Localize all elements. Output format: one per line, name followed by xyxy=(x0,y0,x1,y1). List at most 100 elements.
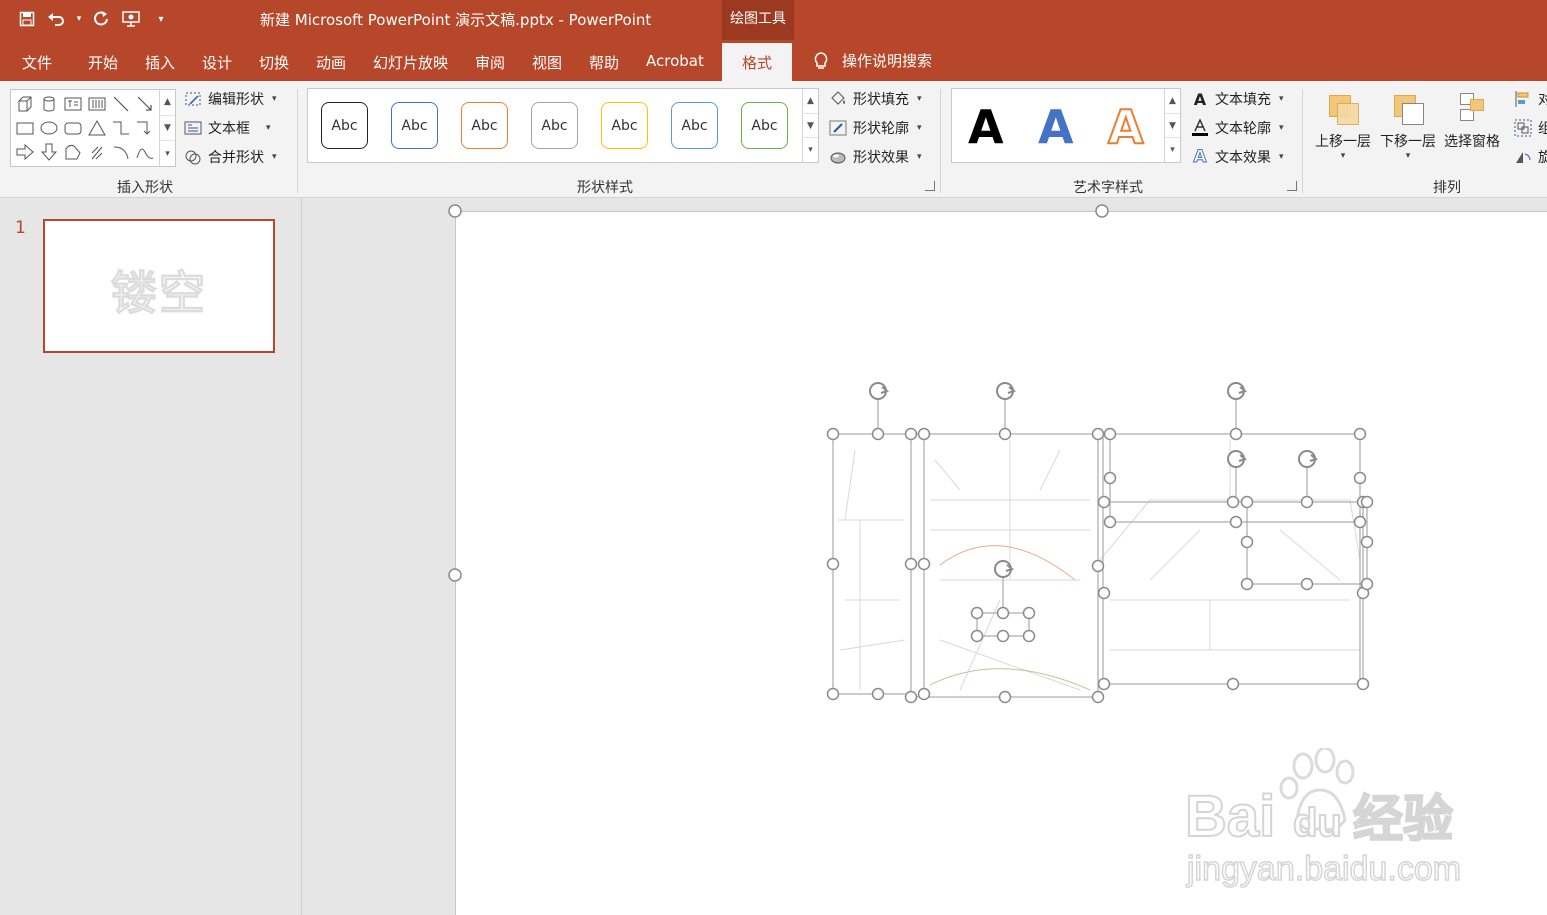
down-arrow-shape-icon[interactable] xyxy=(37,140,61,164)
curve-shape-icon[interactable] xyxy=(133,140,157,164)
group-icon xyxy=(1514,119,1532,137)
tell-me-label: 操作说明搜索 xyxy=(842,52,933,70)
present-from-beginning-icon[interactable] xyxy=(118,6,144,32)
align-button[interactable]: 对 xyxy=(1514,89,1547,109)
gallery-more-icon[interactable]: ▾ xyxy=(160,141,175,166)
customize-toolbar-icon[interactable]: ▾ xyxy=(148,6,174,32)
right-arrow-shape-icon[interactable] xyxy=(13,140,37,164)
thumbnail-text: 镂空 xyxy=(111,266,207,321)
shape-styles-dialog-launcher-icon[interactable] xyxy=(925,181,935,191)
vertical-text-box-shape-icon[interactable] xyxy=(85,92,109,116)
shape-style-preset[interactable]: Abc xyxy=(391,102,438,149)
shape-style-preset[interactable]: Abc xyxy=(321,102,368,149)
shape-style-preset[interactable]: Abc xyxy=(601,102,648,149)
baidu-jingyan-watermark-logo: Bai du 经验 jingyan.baidu.com xyxy=(1185,748,1462,888)
gallery-scroll-down-icon[interactable]: ▼ xyxy=(803,114,818,139)
slide-thumbnail[interactable]: 镂空 xyxy=(43,219,275,353)
gallery-scroll-up-icon[interactable]: ▲ xyxy=(803,89,818,114)
selection-pane-button[interactable]: 选择窗格 xyxy=(1444,89,1500,151)
line-shape-icon[interactable] xyxy=(109,92,133,116)
group-button[interactable]: 组 xyxy=(1514,118,1547,138)
svg-text:Bai: Bai xyxy=(1185,784,1275,849)
text-outline-button[interactable]: 文本轮廓 ▾ xyxy=(1191,118,1284,138)
tab-slideshow[interactable]: 幻灯片放映 xyxy=(373,52,448,73)
shape-fill-button[interactable]: 形状填充 ▾ xyxy=(829,89,922,109)
redo-icon[interactable] xyxy=(88,6,114,32)
cube-shape-icon[interactable] xyxy=(13,92,37,116)
tab-view[interactable]: 视图 xyxy=(532,52,562,73)
title-bar: ▾ ▾ 新建 Microsoft PowerPoint 演示文稿.pptx - … xyxy=(0,0,1547,40)
shapes-gallery: ▲ ▼ ▾ xyxy=(10,89,176,167)
rounded-rectangle-shape-icon[interactable] xyxy=(61,116,85,140)
selection-pane-icon xyxy=(1456,89,1488,127)
elbow-connector-shape-icon[interactable] xyxy=(109,116,133,140)
elbow-arrow-connector-shape-icon[interactable] xyxy=(133,116,157,140)
tab-insert[interactable]: 插入 xyxy=(145,52,175,73)
shape-effects-button[interactable]: 形状效果 ▾ xyxy=(829,147,922,167)
arrange-group-label: 排列 xyxy=(1433,180,1461,196)
send-backward-button[interactable]: 下移一层 ▾ xyxy=(1380,89,1436,161)
text-fill-button[interactable]: A 文本填充 ▾ xyxy=(1191,89,1284,109)
group-separator xyxy=(297,89,298,193)
gallery-scroll-up-icon[interactable]: ▲ xyxy=(160,90,175,116)
triangle-shape-icon[interactable] xyxy=(85,116,109,140)
gallery-more-icon[interactable]: ▾ xyxy=(803,138,818,162)
freeform-shape-icon[interactable] xyxy=(61,140,85,164)
oval-shape-icon[interactable] xyxy=(37,116,61,140)
shape-styles-gallery: Abc Abc Abc Abc Abc Abc Abc ▲ ▼ ▾ xyxy=(307,88,819,163)
tab-format[interactable]: 格式 xyxy=(722,43,793,81)
tab-home[interactable]: 开始 xyxy=(88,52,118,73)
undo-dropdown-icon[interactable]: ▾ xyxy=(74,6,84,32)
gallery-scroll-down-icon[interactable]: ▼ xyxy=(1165,114,1180,139)
merge-shapes-button[interactable]: 合并形状 ▾ xyxy=(184,147,277,167)
shape-style-preset[interactable]: Abc xyxy=(671,102,718,149)
group-separator xyxy=(1302,89,1303,193)
tab-transitions[interactable]: 切换 xyxy=(259,52,289,73)
shape-style-preset[interactable]: Abc xyxy=(741,102,788,149)
text-effects-icon: A xyxy=(1193,147,1207,168)
text-fill-icon: A xyxy=(1193,89,1207,109)
rotate-button[interactable]: 旋 xyxy=(1514,147,1547,167)
wordart-preset-orange-outline[interactable]: A xyxy=(1107,99,1145,155)
tell-me-search[interactable]: 操作说明搜索 xyxy=(812,50,932,71)
shape-outline-button[interactable]: 形状轮廓 ▾ xyxy=(829,118,922,138)
rectangle-shape-icon[interactable] xyxy=(13,116,37,140)
arrow-line-shape-icon[interactable] xyxy=(133,92,157,116)
gallery-scroll-up-icon[interactable]: ▲ xyxy=(1165,89,1180,114)
quick-access-toolbar: ▾ ▾ xyxy=(14,6,174,32)
arc-shape-icon[interactable] xyxy=(109,140,133,164)
gallery-more-icon[interactable]: ▾ xyxy=(1165,138,1180,162)
text-effects-button[interactable]: A 文本效果 ▾ xyxy=(1191,147,1284,168)
gallery-scroll-down-icon[interactable]: ▼ xyxy=(160,116,175,142)
group-separator xyxy=(940,89,941,193)
slide-number: 1 xyxy=(15,218,26,238)
tab-review[interactable]: 审阅 xyxy=(475,52,505,73)
lightbulb-icon xyxy=(814,51,828,69)
edit-shape-button[interactable]: 编辑形状 ▾ xyxy=(184,89,277,109)
wordart-preset-black[interactable]: A xyxy=(968,99,1004,155)
document-title: 新建 Microsoft PowerPoint 演示文稿.pptx - Powe… xyxy=(260,11,652,29)
save-icon[interactable] xyxy=(14,6,40,32)
scribble-shape-icon[interactable] xyxy=(85,140,109,164)
wordart-preset-blue[interactable]: A xyxy=(1038,99,1074,155)
svg-text:经验: 经验 xyxy=(1353,790,1453,848)
insert-shapes-group-label: 插入形状 xyxy=(117,180,173,196)
undo-icon[interactable] xyxy=(44,6,70,32)
svg-text:du: du xyxy=(1293,801,1342,845)
text-outline-icon xyxy=(1191,119,1209,137)
tab-animations[interactable]: 动画 xyxy=(316,52,346,73)
shape-style-preset[interactable]: Abc xyxy=(531,102,578,149)
tab-design[interactable]: 设计 xyxy=(202,52,232,73)
tab-file[interactable]: 文件 xyxy=(22,52,52,73)
text-box-button[interactable]: 文本框 ▾ xyxy=(184,118,271,138)
text-box-shape-icon[interactable] xyxy=(61,92,85,116)
tab-help[interactable]: 帮助 xyxy=(589,52,619,73)
can-shape-icon[interactable] xyxy=(37,92,61,116)
text-box-icon xyxy=(184,119,202,137)
align-icon xyxy=(1514,90,1532,108)
shape-style-preset[interactable]: Abc xyxy=(461,102,508,149)
bring-forward-button[interactable]: 上移一层 ▾ xyxy=(1315,89,1371,161)
wordart-styles-dialog-launcher-icon[interactable] xyxy=(1287,181,1297,191)
contextual-tab-group-label: 绘图工具 xyxy=(722,0,794,40)
tab-acrobat[interactable]: Acrobat xyxy=(646,52,704,70)
